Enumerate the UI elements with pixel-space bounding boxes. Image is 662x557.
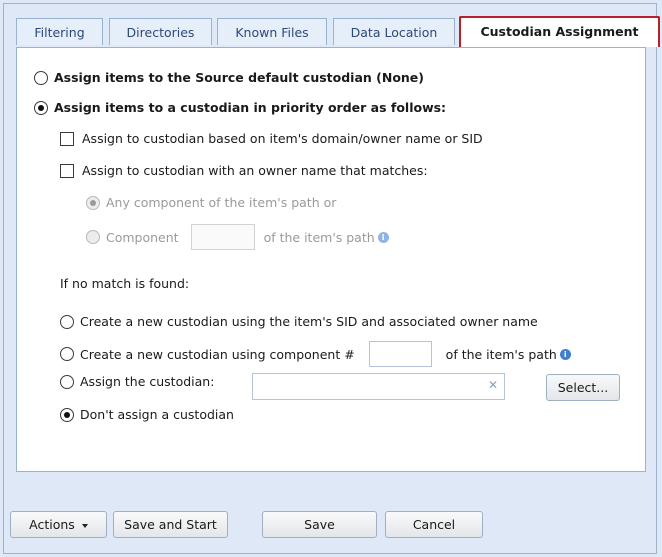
create-component-radio[interactable] [60, 347, 74, 361]
assign-custodian-radio[interactable] [60, 374, 74, 389]
create-sid-label: Create a new custodian using the item's … [80, 314, 538, 329]
tab-data-location[interactable]: Data Location [333, 18, 455, 45]
assign-custodian-option[interactable]: Assign the custodian: [60, 374, 214, 389]
component-number-input[interactable] [368, 341, 432, 367]
tab-filtering[interactable]: Filtering [16, 18, 103, 45]
create-component-option[interactable]: Create a new custodian using component #… [60, 341, 571, 367]
create-sid-radio[interactable] [60, 314, 74, 329]
any-component-label: Any component of the item's path or [106, 195, 337, 210]
cancel-button[interactable]: Cancel [385, 511, 483, 538]
clear-icon[interactable]: ✕ [488, 378, 498, 392]
component-radio [86, 230, 100, 244]
any-component-option: Any component of the item's path or [86, 195, 336, 210]
create-component-suffix: of the item's path [445, 346, 557, 362]
no-match-heading: If no match is found: [60, 276, 189, 291]
by-owner-match-label: Assign to custodian with an owner name t… [82, 163, 428, 178]
tab-known-files[interactable]: Known Files [217, 18, 327, 45]
create-sid-option[interactable]: Create a new custodian using the item's … [60, 314, 538, 329]
tab-custodian-assignment[interactable]: Custodian Assignment [459, 16, 660, 47]
custodian-input[interactable]: ✕ [252, 373, 505, 400]
info-icon[interactable]: i [559, 348, 571, 360]
source-default-option[interactable]: Assign items to the Source default custo… [34, 70, 424, 85]
actions-button[interactable]: Actions [10, 511, 107, 538]
dont-assign-radio[interactable] [60, 407, 74, 422]
component-input [190, 224, 255, 250]
select-custodian-button[interactable]: Select... [546, 374, 620, 401]
dialog-frame: Filtering Directories Known Files Data L… [3, 3, 660, 554]
assign-custodian-label: Assign the custodian: [80, 374, 215, 389]
tab-directories[interactable]: Directories [109, 18, 212, 45]
component-option: Component of the item's path i [86, 224, 389, 250]
component-label: Component [106, 229, 179, 245]
priority-order-option[interactable]: Assign items to a custodian in priority … [34, 100, 446, 115]
by-domain-label: Assign to custodian based on item's doma… [82, 131, 483, 146]
create-component-label: Create a new custodian using component # [80, 346, 355, 362]
actions-label: Actions [29, 517, 75, 532]
save-and-start-button[interactable]: Save and Start [113, 511, 228, 538]
no-match-heading-text: If no match is found: [60, 276, 190, 291]
any-component-radio [86, 195, 100, 210]
priority-order-radio[interactable] [34, 100, 48, 115]
priority-order-label: Assign items to a custodian in priority … [54, 100, 447, 115]
by-domain-checkbox[interactable] [60, 131, 74, 146]
dont-assign-label: Don't assign a custodian [80, 407, 234, 422]
by-domain-option[interactable]: Assign to custodian based on item's doma… [60, 131, 483, 146]
dont-assign-option[interactable]: Don't assign a custodian [60, 407, 234, 422]
custodian-assignment-panel: Assign items to the Source default custo… [16, 47, 646, 472]
source-default-label: Assign items to the Source default custo… [54, 70, 424, 85]
save-button[interactable]: Save [262, 511, 377, 538]
chevron-down-icon [81, 523, 88, 528]
info-icon: i [377, 231, 389, 243]
by-owner-match-checkbox[interactable] [60, 163, 74, 178]
by-owner-match-option[interactable]: Assign to custodian with an owner name t… [60, 163, 428, 178]
source-default-radio[interactable] [34, 70, 48, 85]
component-suffix: of the item's path [263, 229, 375, 245]
